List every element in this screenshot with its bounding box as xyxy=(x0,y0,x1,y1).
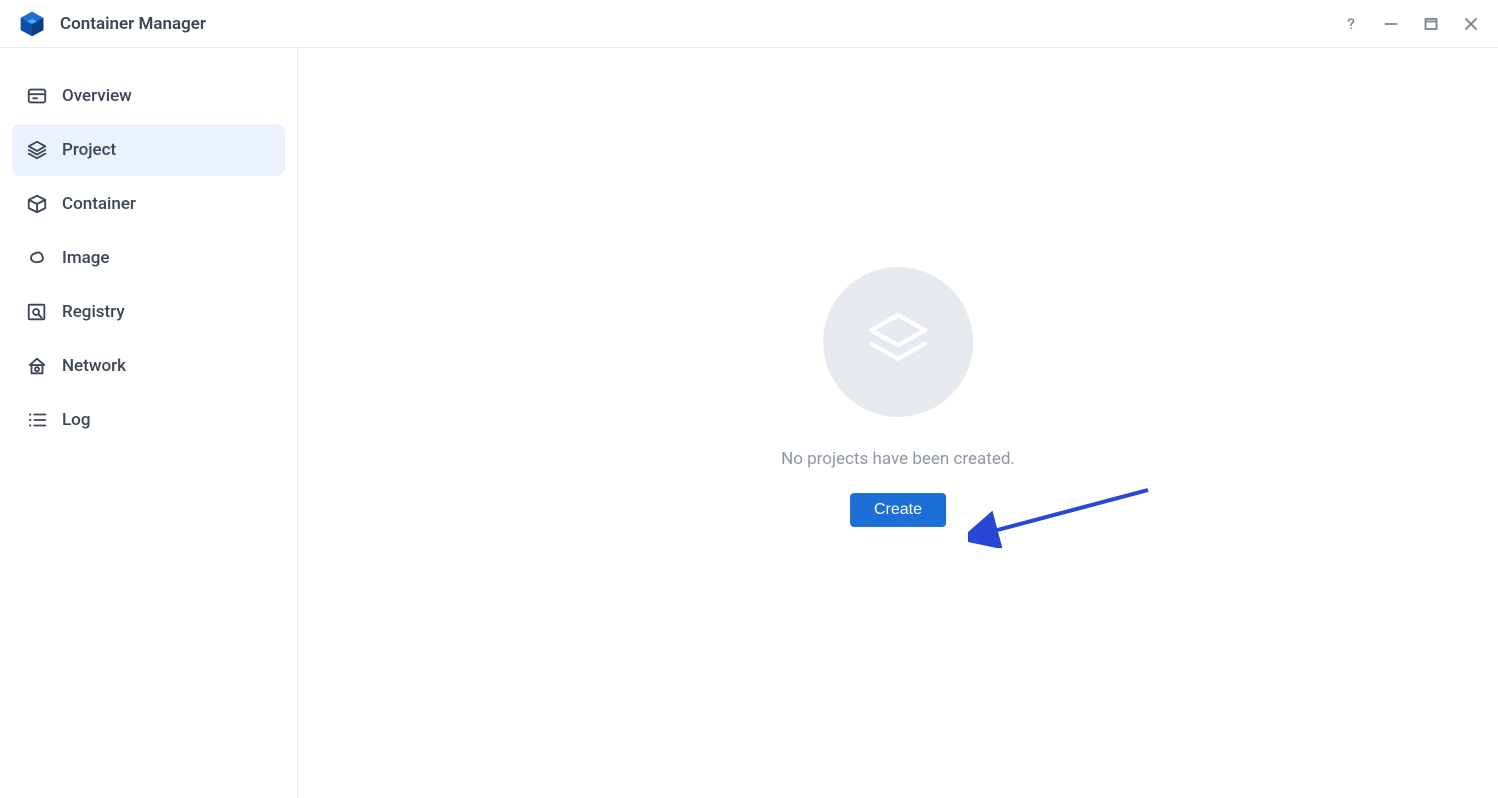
sidebar: Overview Project xyxy=(0,48,298,798)
empty-state-icon xyxy=(823,267,973,417)
sidebar-item-label: Image xyxy=(62,248,110,268)
sidebar-item-log[interactable]: Log xyxy=(12,394,285,446)
maximize-icon[interactable] xyxy=(1422,15,1440,33)
sidebar-item-project[interactable]: Project xyxy=(12,124,285,176)
registry-icon xyxy=(26,301,48,323)
sidebar-item-label: Log xyxy=(62,410,90,430)
log-icon xyxy=(26,409,48,431)
sidebar-item-label: Project xyxy=(62,140,116,160)
minimize-icon[interactable] xyxy=(1382,15,1400,33)
main-content: No projects have been created. Create xyxy=(298,48,1498,798)
app-title: Container Manager xyxy=(60,14,1342,34)
sidebar-item-label: Registry xyxy=(62,302,125,322)
sidebar-item-label: Container xyxy=(62,194,136,214)
network-icon xyxy=(26,355,48,377)
image-icon xyxy=(26,247,48,269)
window-controls xyxy=(1342,15,1480,33)
app-window: Container Manager xyxy=(0,0,1498,798)
app-icon xyxy=(18,10,46,38)
titlebar: Container Manager xyxy=(0,0,1498,48)
sidebar-item-image[interactable]: Image xyxy=(12,232,285,284)
sidebar-item-label: Overview xyxy=(62,86,132,106)
container-icon xyxy=(26,193,48,215)
empty-state: No projects have been created. Create xyxy=(781,267,1015,527)
sidebar-item-overview[interactable]: Overview xyxy=(12,70,285,122)
create-button[interactable]: Create xyxy=(850,493,946,527)
window-body: Overview Project xyxy=(0,48,1498,798)
help-icon[interactable] xyxy=(1342,15,1360,33)
overview-icon xyxy=(26,85,48,107)
sidebar-item-label: Network xyxy=(62,356,126,376)
close-icon[interactable] xyxy=(1462,15,1480,33)
sidebar-item-network[interactable]: Network xyxy=(12,340,285,392)
project-icon xyxy=(26,139,48,161)
sidebar-item-registry[interactable]: Registry xyxy=(12,286,285,338)
sidebar-item-container[interactable]: Container xyxy=(12,178,285,230)
empty-state-message: No projects have been created. xyxy=(781,449,1015,469)
